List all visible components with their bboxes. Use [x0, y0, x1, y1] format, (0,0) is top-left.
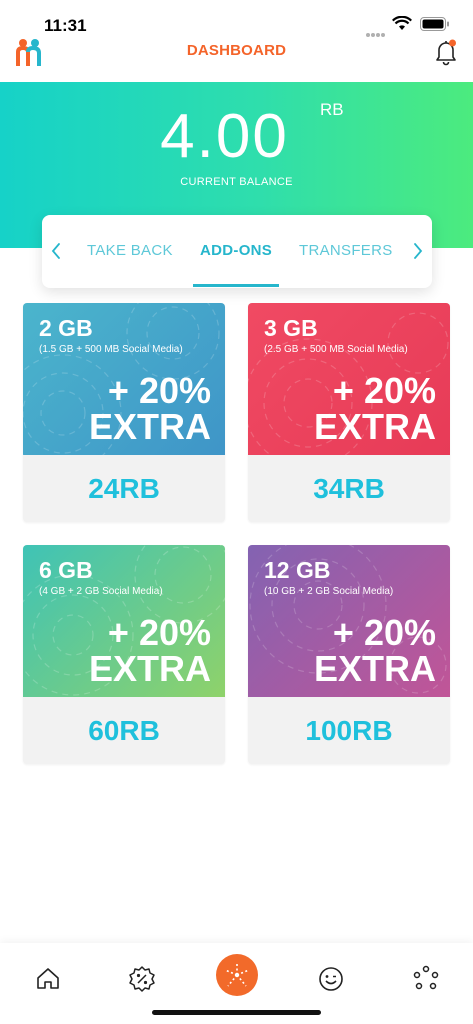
addon-card-banner: 3 GB (2.5 GB + 500 MB Social Media) + 20… [248, 303, 450, 455]
addon-card-banner: 6 GB (4 GB + 2 GB Social Media) + 20% EX… [23, 545, 225, 697]
card-bonus-word: EXTRA [313, 648, 436, 689]
wifi-icon [392, 16, 412, 30]
dots-circle-icon[interactable] [412, 965, 440, 993]
card-price[interactable]: 100RB [248, 697, 450, 764]
signal-icon [366, 24, 386, 37]
card-data-detail: (10 GB + 2 GB Social Media) [264, 586, 394, 597]
starburst-center-icon [224, 962, 250, 987]
card-bonus: + 20% [107, 370, 211, 411]
tab-transfers[interactable]: TRANSFERS [299, 242, 393, 259]
home-indicator [152, 1010, 321, 1015]
addon-card[interactable]: 6 GB (4 GB + 2 GB Social Media) + 20% EX… [23, 545, 225, 764]
addon-card-banner: 2 GB (1.5 GB + 500 MB Social Media) + 20… [23, 303, 225, 455]
card-price[interactable]: 60RB [23, 697, 225, 764]
card-data-detail: (1.5 GB + 500 MB Social Media) [39, 344, 183, 355]
balance-unit: RB [320, 100, 344, 119]
balance-label: CURRENT BALANCE [180, 176, 293, 188]
addon-card[interactable]: 2 GB (1.5 GB + 500 MB Social Media) + 20… [23, 303, 225, 522]
battery-icon [420, 17, 449, 31]
card-data-amount: 6 GB [39, 557, 93, 583]
active-tab-indicator [193, 284, 279, 287]
card-bonus-word: EXTRA [88, 648, 211, 689]
card-data-amount: 12 GB [264, 557, 331, 583]
smiley-icon[interactable] [317, 965, 345, 993]
status-time: 11:31 [44, 16, 87, 35]
card-data-amount: 2 GB [39, 315, 93, 341]
balance-display: 4.00 [0, 104, 473, 170]
notification-bell-icon[interactable] [434, 38, 458, 66]
tab-bar: TAKE BACK ADD-ONS TRANSFERS [42, 215, 432, 288]
addon-card-banner: 12 GB (10 GB + 2 GB Social Media) + 20% … [248, 545, 450, 697]
tab-add-ons[interactable]: ADD-ONS [200, 242, 272, 259]
chevron-left-icon[interactable] [48, 241, 64, 261]
card-data-detail: (2.5 GB + 500 MB Social Media) [264, 344, 408, 355]
chevron-right-icon[interactable] [410, 241, 426, 261]
addon-card[interactable]: 12 GB (10 GB + 2 GB Social Media) + 20% … [248, 545, 450, 764]
status-bar: 11:31 [0, 0, 473, 38]
page-title: DASHBOARD [186, 42, 287, 59]
card-bonus-word: EXTRA [313, 406, 436, 447]
card-bonus: + 20% [332, 370, 436, 411]
center-action-button[interactable] [216, 954, 258, 996]
home-icon[interactable] [34, 965, 62, 993]
card-price[interactable]: 34RB [248, 455, 450, 522]
tab-take-back[interactable]: TAKE BACK [87, 242, 173, 259]
app-header: DASHBOARD [0, 38, 473, 82]
card-price[interactable]: 24RB [23, 455, 225, 522]
card-bonus-word: EXTRA [88, 406, 211, 447]
percent-badge-icon[interactable] [128, 965, 156, 993]
addon-card[interactable]: 3 GB (2.5 GB + 500 MB Social Media) + 20… [248, 303, 450, 522]
card-data-amount: 3 GB [264, 315, 318, 341]
card-data-detail: (4 GB + 2 GB Social Media) [39, 586, 163, 597]
card-bonus: + 20% [107, 612, 211, 653]
balance-amount: 4.00 [160, 102, 289, 171]
card-bonus: + 20% [332, 612, 436, 653]
